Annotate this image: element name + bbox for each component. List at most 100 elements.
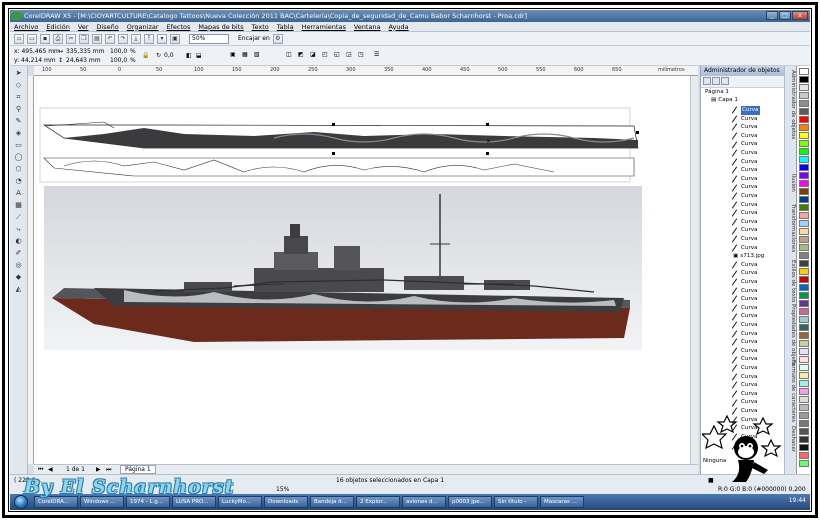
- vertical-scrollbar[interactable]: [690, 76, 698, 464]
- trim-icon[interactable]: ◩: [298, 51, 304, 58]
- palette-swatch[interactable]: [799, 76, 809, 83]
- tree-curve-item[interactable]: Curva: [733, 287, 758, 296]
- palette-swatch[interactable]: [799, 436, 809, 443]
- palette-swatch[interactable]: [799, 260, 809, 267]
- tree-curve-item[interactable]: Curva: [733, 201, 758, 210]
- ungroup-icon[interactable]: ▧: [254, 51, 260, 58]
- palette-swatch[interactable]: [799, 348, 809, 355]
- tree-curve-item[interactable]: Curva: [733, 338, 758, 347]
- group-icon[interactable]: ▦: [242, 51, 248, 58]
- palette-swatch[interactable]: [799, 452, 809, 459]
- tree-curve-item[interactable]: Curva: [733, 106, 760, 115]
- palette-swatch[interactable]: [799, 252, 809, 259]
- align-distribute-icon[interactable]: ☰: [374, 51, 379, 58]
- tab-undo[interactable]: Deshacer: [786, 426, 796, 452]
- page-tab[interactable]: Página 1: [120, 465, 156, 474]
- palette-swatch[interactable]: [799, 236, 809, 243]
- tree-curve-item[interactable]: Curva: [733, 398, 758, 407]
- palette-swatch[interactable]: [799, 228, 809, 235]
- palette-swatch[interactable]: [799, 316, 809, 323]
- palette-swatch[interactable]: [799, 196, 809, 203]
- width-field[interactable]: 335,335 mm: [66, 48, 104, 55]
- menu-ventana[interactable]: Ventana: [354, 23, 381, 31]
- menu-texto[interactable]: Texto: [252, 23, 269, 31]
- front-minus-back-icon[interactable]: ◱: [334, 51, 340, 58]
- scale-height-field[interactable]: 100,0: [110, 57, 127, 64]
- selection-handle[interactable]: [332, 123, 335, 126]
- open-folder-icon[interactable]: ▭: [27, 33, 37, 44]
- tree-curve-item[interactable]: Curva: [733, 158, 758, 167]
- mirror-horizontal-icon[interactable]: ◧: [186, 52, 192, 59]
- palette-swatch[interactable]: [799, 428, 809, 435]
- rotation-angle-field[interactable]: 0,0: [164, 52, 174, 59]
- shape-tool-icon[interactable]: ◇: [13, 80, 24, 90]
- tree-curve-item[interactable]: Curva: [733, 312, 758, 321]
- tree-curve-item[interactable]: Curva: [733, 218, 758, 227]
- combine-icon[interactable]: ▣: [230, 51, 236, 58]
- palette-swatch[interactable]: [799, 84, 809, 91]
- edit-across-layers-icon[interactable]: [712, 77, 720, 85]
- palette-swatch[interactable]: [799, 68, 809, 75]
- tree-curve-item[interactable]: Curva: [733, 209, 758, 218]
- save-icon[interactable]: ▪: [40, 33, 50, 44]
- tree-curve-item[interactable]: Curva: [733, 175, 758, 184]
- tree-curve-item[interactable]: Curva: [733, 330, 758, 339]
- mirror-vertical-icon[interactable]: ⬓: [196, 52, 202, 59]
- palette-swatch[interactable]: [799, 420, 809, 427]
- paste-icon[interactable]: ▤: [92, 33, 102, 44]
- x-position-field[interactable]: x: 495,465 mm: [14, 48, 60, 55]
- palette-swatch[interactable]: [799, 388, 809, 395]
- outline-tool-icon[interactable]: ◎: [13, 260, 24, 270]
- tab-lens[interactable]: Ilusión: [786, 174, 796, 192]
- palette-swatch[interactable]: [799, 132, 809, 139]
- palette-swatch[interactable]: [799, 292, 809, 299]
- palette-swatch[interactable]: [799, 148, 809, 155]
- palette-swatch[interactable]: [799, 308, 809, 315]
- tab-character-formatting[interactable]: Formato de caracteres: [786, 360, 796, 422]
- selected-lineart-outline[interactable]: [42, 121, 639, 149]
- print-icon[interactable]: ⎙: [53, 33, 63, 44]
- palette-swatch[interactable]: [799, 460, 809, 467]
- maximize-button[interactable]: □: [779, 11, 791, 20]
- palette-swatch[interactable]: [799, 156, 809, 163]
- table-tool-icon[interactable]: ▦: [13, 200, 24, 210]
- tree-curve-item[interactable]: Curva: [733, 244, 758, 253]
- palette-swatch[interactable]: [799, 276, 809, 283]
- tree-curve-item[interactable]: Curva: [733, 381, 758, 390]
- tree-curve-item[interactable]: Curva: [733, 321, 758, 330]
- smart-fill-tool-icon[interactable]: ◈: [13, 128, 24, 138]
- palette-swatch[interactable]: [799, 268, 809, 275]
- tree-curve-item[interactable]: Curva: [733, 115, 758, 124]
- palette-swatch[interactable]: [799, 100, 809, 107]
- tree-curve-item[interactable]: Curva: [733, 364, 758, 373]
- tree-curve-item[interactable]: Curva: [733, 295, 758, 304]
- menu-tabla[interactable]: Tabla: [277, 23, 294, 31]
- menu-ver[interactable]: Ver: [78, 23, 89, 31]
- tab-object-properties[interactable]: Propiedades de objeto: [786, 304, 796, 365]
- palette-swatch[interactable]: [799, 116, 809, 123]
- taskbar-button[interactable]: Sin título -: [494, 496, 538, 508]
- palette-swatch[interactable]: [799, 324, 809, 331]
- weld-icon[interactable]: ◫: [286, 51, 292, 58]
- palette-swatch[interactable]: [799, 444, 809, 451]
- tree-curve-item[interactable]: Curva: [733, 355, 758, 364]
- height-field[interactable]: 24,643 mm: [66, 57, 101, 64]
- palette-swatch[interactable]: [799, 204, 809, 211]
- text-tool-icon[interactable]: A: [13, 188, 24, 198]
- palette-swatch[interactable]: [799, 404, 809, 411]
- tree-curve-item[interactable]: Curva: [733, 192, 758, 201]
- copy-icon[interactable]: ❐: [79, 33, 89, 44]
- simplify-icon[interactable]: ◰: [322, 51, 328, 58]
- palette-swatch[interactable]: [799, 244, 809, 251]
- palette-swatch[interactable]: [799, 220, 809, 227]
- boundary-icon[interactable]: ◳: [358, 51, 364, 58]
- zoom-tool-icon[interactable]: ⚲: [13, 104, 24, 114]
- cut-icon[interactable]: ✂: [66, 33, 76, 44]
- tree-curve-item[interactable]: Curva: [733, 278, 758, 287]
- undo-icon[interactable]: ↶: [105, 33, 115, 44]
- snap-to-dropdown[interactable]: Encajar en: [238, 35, 270, 42]
- lock-ratio-icon[interactable]: 🔒: [142, 52, 149, 59]
- menu-organizar[interactable]: Organizar: [127, 23, 159, 31]
- close-button[interactable]: x: [792, 11, 808, 20]
- taskbar-button[interactable]: Mascaras ...: [540, 496, 584, 508]
